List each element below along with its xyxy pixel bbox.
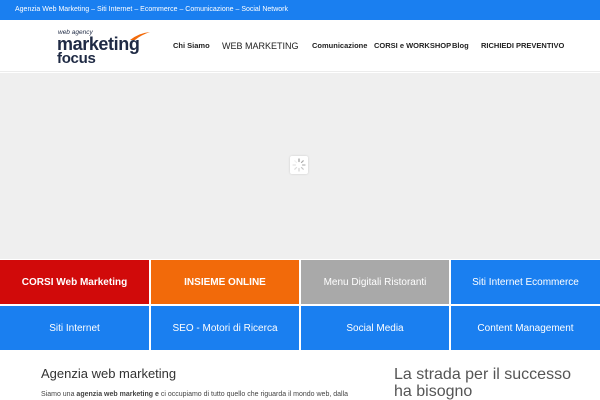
tile-menu-digitali-ristoranti[interactable]: Menu Digitali Ristoranti: [301, 260, 449, 304]
section-title: Agenzia web marketing: [41, 366, 177, 381]
tile-label: INSIEME ONLINE: [184, 276, 266, 288]
sidebar-heading: La strada per il successo ha bisogno: [394, 366, 571, 400]
site-header: web agency marketing focus Chi Siamo WEB…: [0, 20, 600, 72]
intro-text-bold: agenzia web marketing e: [76, 391, 159, 398]
nav-richiedi-preventivo[interactable]: RICHIEDI PREVENTIVO: [481, 20, 564, 72]
nav-comunicazione[interactable]: Comunicazione: [312, 20, 367, 72]
tile-siti-internet-ecommerce[interactable]: Siti Internet Ecommerce: [451, 260, 600, 304]
tile-insieme-online[interactable]: INSIEME ONLINE: [151, 260, 299, 304]
tile-content-management[interactable]: Content Management: [451, 306, 600, 350]
loading-spinner-icon: [290, 156, 308, 174]
tile-corsi-web-marketing[interactable]: CORSI Web Marketing: [0, 260, 149, 304]
tile-label: CORSI Web Marketing: [21, 276, 128, 288]
tile-seo-motori-ricerca[interactable]: SEO - Motori di Ricerca: [151, 306, 299, 350]
nav-web-marketing[interactable]: WEB MARKETING: [222, 20, 299, 72]
intro-text-start: Siamo una: [41, 391, 77, 398]
site-logo[interactable]: web agency marketing focus: [57, 29, 157, 67]
tile-label: Social Media: [346, 322, 404, 334]
nav-blog[interactable]: Blog: [452, 20, 469, 72]
section-intro-text: Siamo una agenzia web marketing e ci occ…: [41, 391, 348, 398]
tile-label: Menu Digitali Ristoranti: [323, 276, 427, 288]
tile-social-media[interactable]: Social Media: [301, 306, 449, 350]
top-bar: Agenzia Web Marketing – Siti Internet – …: [0, 0, 600, 20]
tile-label: Siti Internet Ecommerce: [472, 276, 579, 288]
tile-label: Siti Internet: [49, 322, 100, 334]
nav-chi-siamo[interactable]: Chi Siamo: [173, 20, 210, 72]
top-bar-tagline: Agenzia Web Marketing – Siti Internet – …: [15, 6, 288, 13]
logo-wordmark-focus: focus: [57, 50, 96, 67]
tile-label: SEO - Motori di Ricerca: [172, 322, 278, 334]
tile-siti-internet[interactable]: Siti Internet: [0, 306, 149, 350]
nav-corsi-workshop[interactable]: CORSI e WORKSHOP: [374, 20, 451, 72]
tile-label: Content Management: [477, 322, 574, 334]
intro-text-end: ci occupiamo di tutto quello che riguard…: [158, 391, 349, 398]
